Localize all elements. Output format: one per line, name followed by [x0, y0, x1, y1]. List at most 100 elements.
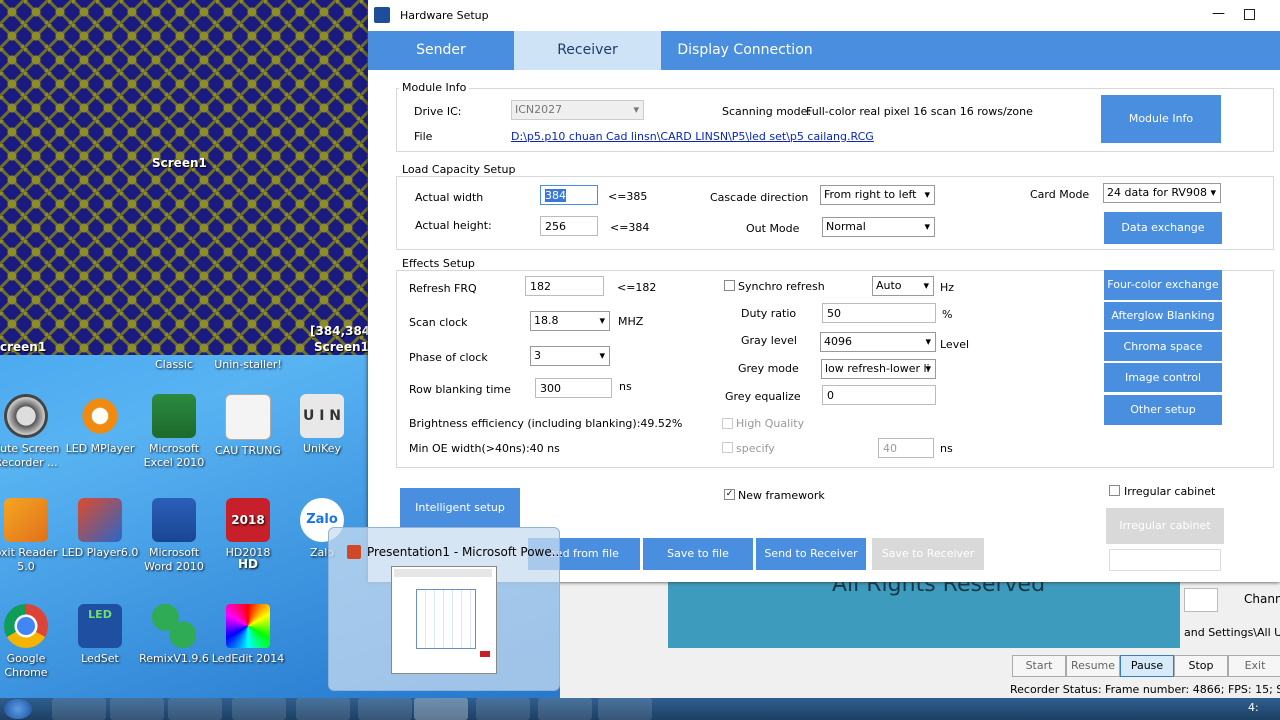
cascade-direction-label: Cascade direction: [710, 191, 809, 204]
high-quality-checkbox[interactable]: [722, 418, 733, 429]
irregular-cabinet-field[interactable]: [1109, 549, 1221, 571]
taskbar-recorder-icon[interactable]: [476, 698, 530, 720]
calculator-doc-icon: [225, 394, 271, 440]
desktop-icon-cau-trung[interactable]: CAU TRUNG: [208, 394, 288, 458]
recorder-start-button[interactable]: Start: [1012, 655, 1066, 677]
image-control-button[interactable]: Image control: [1104, 363, 1222, 392]
desktop-icon-remix[interactable]: RemixV1.9.6: [134, 604, 214, 666]
taskbar-led-icon[interactable]: [538, 698, 592, 720]
chroma-space-button[interactable]: Chroma space: [1104, 332, 1222, 361]
taskbar-app-icon[interactable]: [296, 698, 350, 720]
desktop-icon-led-player[interactable]: LED Player6.0: [60, 498, 140, 560]
taskbar-powerpoint-icon[interactable]: [414, 698, 468, 720]
send-to-receiver-button[interactable]: Send to Receiver: [756, 538, 866, 570]
desktop-icon-led-mplayer[interactable]: LED MPlayer: [60, 394, 140, 456]
synchro-refresh-select[interactable]: Auto: [872, 276, 934, 296]
recorder-resume-button[interactable]: Resume: [1066, 655, 1120, 677]
out-mode-select[interactable]: Normal: [822, 217, 935, 237]
refresh-frq-input[interactable]: 182: [525, 276, 604, 296]
desktop-icon-hd2018[interactable]: 2018 HD HD2018: [208, 498, 288, 571]
save-to-receiver-button[interactable]: Save to Receiver: [872, 538, 984, 570]
start-button-icon[interactable]: [4, 699, 32, 719]
app-icon: [374, 7, 390, 23]
desktop-icon-foxit[interactable]: oxit Reader 5.0: [0, 498, 66, 574]
other-setup-button[interactable]: Other setup: [1104, 395, 1222, 425]
irregular-cabinet-label: Irregular cabinet: [1124, 485, 1216, 498]
taskbar-ie-icon[interactable]: [52, 698, 106, 720]
tab-sender[interactable]: Sender: [368, 31, 514, 70]
specify-input[interactable]: 40: [878, 438, 934, 458]
screen-label-center: Screen1: [152, 156, 207, 170]
drive-ic-select[interactable]: ICN2027: [511, 100, 644, 120]
taskbar: 4:: [0, 698, 1280, 720]
scanning-mode-value: Full-color real pixel 16 scan 16 rows/zo…: [806, 105, 1033, 118]
duty-ratio-unit: %: [942, 308, 953, 321]
desktop-icon-ledset[interactable]: LED LedSet: [60, 604, 140, 666]
lededit-icon: [226, 604, 270, 648]
row-blanking-input[interactable]: 300: [535, 378, 612, 398]
scanning-mode-label: Scanning mode:: [722, 105, 812, 118]
file-path-link[interactable]: D:\p5.p10 chuan Cad linsn\CARD LINSN\P5\…: [511, 130, 874, 143]
desktop-icon-lededit[interactable]: LedEdit 2014: [208, 604, 288, 666]
grey-equalize-input[interactable]: 0: [822, 385, 936, 405]
taskbar-chrome-icon[interactable]: [232, 698, 286, 720]
screen-label-right: Screen1: [314, 340, 369, 354]
tab-display-connection[interactable]: Display Connection: [661, 31, 829, 70]
out-mode-label: Out Mode: [746, 222, 800, 235]
minimize-icon[interactable]: —: [1212, 6, 1225, 21]
brightness-efficiency-text: Brightness efficiency (including blankin…: [409, 417, 683, 430]
cascade-direction-select[interactable]: From right to left: [820, 185, 935, 205]
irregular-cabinet-button[interactable]: Irregular cabinet: [1106, 508, 1224, 544]
actual-height-input[interactable]: 256: [540, 216, 598, 236]
desktop-label-uninstaller: Unin-staller!: [214, 358, 282, 371]
module-info-button[interactable]: Module Info: [1101, 95, 1221, 143]
intelligent-setup-button[interactable]: Intelligent setup: [400, 488, 520, 528]
desktop-icon-unikey[interactable]: U I N UniKey: [282, 394, 362, 456]
desktop-icon-cute-screen-recorder[interactable]: Cute Screen Recorder ...: [0, 394, 66, 470]
desktop-icon-excel[interactable]: Microsoft Excel 2010: [134, 394, 214, 470]
taskbar-ledset-icon[interactable]: [598, 698, 652, 720]
file-label: File: [414, 130, 433, 143]
taskbar-thumbnail-preview[interactable]: Presentation1 - Microsoft Powe...: [328, 527, 564, 691]
taskbar-zalo-icon[interactable]: [358, 698, 412, 720]
scan-clock-unit: MHZ: [618, 315, 644, 328]
irregular-cabinet-checkbox[interactable]: [1109, 485, 1120, 496]
recorder-exit-button[interactable]: Exit: [1228, 655, 1280, 677]
data-exchange-button[interactable]: Data exchange: [1104, 212, 1222, 244]
gray-level-select[interactable]: 4096: [820, 332, 936, 352]
excel-icon: [152, 394, 196, 438]
specify-checkbox[interactable]: [722, 442, 733, 453]
afterglow-blanking-button[interactable]: Afterglow Blanking: [1104, 302, 1222, 330]
taskbar-folder-icon[interactable]: [110, 698, 164, 720]
led-player-icon: [78, 498, 122, 542]
recorder-dropdown[interactable]: [1184, 588, 1218, 612]
card-mode-select[interactable]: 24 data for RV908: [1103, 183, 1221, 203]
four-color-exchange-button[interactable]: Four-color exchange: [1104, 270, 1222, 300]
recorder-window: All Rights Reserved Chann and Settings\A…: [560, 572, 1280, 698]
synchro-refresh-label: Synchro refresh: [738, 280, 825, 293]
actual-width-input[interactable]: 384: [540, 185, 598, 205]
led-screen-preview: Screen1 creen1 [384,384] Screen1: [0, 0, 376, 355]
save-to-file-button[interactable]: Save to file: [643, 538, 753, 570]
desktop-icon-chrome[interactable]: Google Chrome: [0, 604, 66, 680]
recorder-pause-button[interactable]: Pause: [1120, 655, 1174, 677]
recorder-stop-button[interactable]: Stop: [1174, 655, 1228, 677]
desktop-icon-word[interactable]: Microsoft Word 2010: [134, 498, 214, 574]
maximize-icon[interactable]: [1244, 9, 1255, 20]
thumbnail-title: Presentation1 - Microsoft Powe...: [367, 545, 564, 559]
card-mode-label: Card Mode: [1030, 188, 1090, 201]
refresh-frq-label: Refresh FRQ: [409, 282, 477, 295]
grey-mode-select[interactable]: low refresh-lower li: [821, 359, 936, 379]
new-framework-checkbox[interactable]: ✓: [724, 489, 735, 500]
phase-of-clock-select[interactable]: 3: [530, 346, 610, 366]
new-framework-label: New framework: [738, 489, 825, 502]
actual-height-label: Actual height:: [415, 219, 492, 232]
screen-coords: [384,384]: [310, 324, 376, 338]
scan-clock-select[interactable]: 18.8: [530, 311, 610, 331]
taskbar-media-icon[interactable]: [168, 698, 222, 720]
tab-receiver[interactable]: Receiver: [514, 31, 661, 70]
duty-ratio-input[interactable]: 50: [822, 303, 936, 323]
synchro-refresh-checkbox[interactable]: [724, 280, 735, 291]
actual-width-limit: <=385: [608, 190, 648, 203]
film-reel-icon: [4, 394, 48, 438]
